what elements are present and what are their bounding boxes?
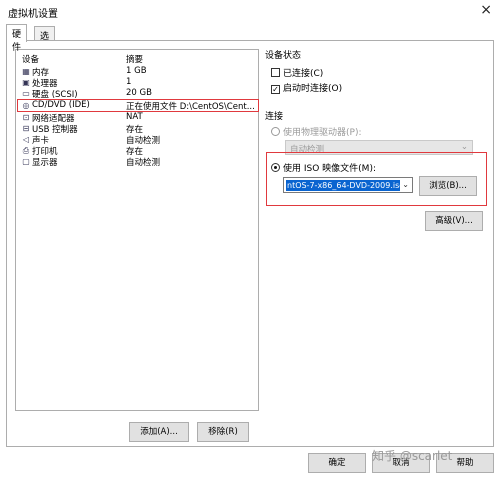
radio-icon	[271, 127, 280, 136]
iso-image-label: 使用 ISO 映像文件(M):	[283, 164, 376, 174]
sound-icon: ◁	[22, 135, 30, 144]
printer-icon: ⎙	[22, 146, 30, 155]
window-title: 虚拟机设置	[8, 9, 58, 20]
tab-options[interactable]: 选项	[34, 26, 56, 55]
device-row-display[interactable]: ▢ 显示器 自动检测	[18, 156, 258, 168]
device-summary: 自动检测	[126, 158, 161, 168]
device-list[interactable]: 设备 摘要 ▦ 内存 1 GB ▣ 处理器 1 ▭ 硬盘 (SCSI) 20 G…	[15, 49, 259, 411]
physical-drive-label: 使用物理驱动器(P):	[283, 128, 362, 138]
device-summary: 20 GB	[126, 88, 152, 98]
device-summary: 1 GB	[126, 66, 147, 76]
device-name: 硬盘 (SCSI)	[32, 90, 78, 100]
remove-device-button[interactable]: 移除(R)	[197, 422, 249, 442]
advanced-button[interactable]: 高级(V)...	[425, 211, 483, 231]
title-bar: 虚拟机设置 ×	[0, 0, 500, 22]
radio-selected-icon	[271, 163, 280, 172]
cpu-icon: ▣	[22, 78, 30, 87]
cd-icon: ◎	[22, 101, 30, 110]
display-icon: ▢	[22, 157, 30, 166]
close-icon[interactable]: ×	[480, 2, 492, 18]
connection-title: 连接	[265, 112, 284, 122]
device-row-memory[interactable]: ▦ 内存 1 GB	[18, 66, 258, 78]
device-row-network[interactable]: ⊡ 网络适配器 NAT	[18, 112, 258, 124]
device-row-harddisk[interactable]: ▭ 硬盘 (SCSI) 20 GB	[18, 88, 258, 100]
column-header-summary[interactable]: 摘要	[126, 53, 143, 65]
device-summary: 正在使用文件 D:\CentOS\Cent...	[126, 102, 255, 112]
harddisk-icon: ▭	[22, 89, 30, 98]
connect-at-power-on-label: 启动时连接(O)	[283, 84, 343, 94]
check-icon: ✓	[271, 85, 280, 94]
column-header-device[interactable]: 设备	[22, 53, 39, 65]
device-row-printer[interactable]: ⎙ 打印机 存在	[18, 145, 258, 157]
memory-icon: ▦	[22, 67, 30, 76]
connected-checkbox[interactable]: 已连接(C)	[271, 66, 323, 79]
network-icon: ⊡	[22, 113, 30, 122]
iso-path-input[interactable]: ntOS-7-x86_64-DVD-2009.iso ⌄	[283, 177, 413, 193]
device-summary: NAT	[126, 112, 143, 122]
checkbox-box	[271, 68, 280, 77]
device-row-cpu[interactable]: ▣ 处理器 1	[18, 77, 258, 89]
physical-drive-radio[interactable]: 使用物理驱动器(P):	[271, 125, 361, 138]
chevron-down-icon: ⌄	[460, 142, 468, 152]
device-summary: 1	[126, 77, 132, 87]
tab-hardware[interactable]: 硬件	[6, 24, 28, 53]
iso-image-radio[interactable]: 使用 ISO 映像文件(M):	[271, 161, 376, 174]
settings-panel: 设备 摘要 ▦ 内存 1 GB ▣ 处理器 1 ▭ 硬盘 (SCSI) 20 G…	[6, 40, 494, 447]
iso-path-value: ntOS-7-x86_64-DVD-2009.iso	[286, 180, 400, 191]
browse-button[interactable]: 浏览(B)...	[419, 176, 477, 196]
device-status-title: 设备状态	[265, 51, 302, 61]
device-row-sound[interactable]: ◁ 声卡 自动检测	[18, 134, 258, 146]
add-device-button[interactable]: 添加(A)...	[129, 422, 189, 442]
connected-label: 已连接(C)	[283, 69, 324, 79]
device-name: CD/DVD (IDE)	[32, 100, 90, 110]
connect-at-power-on-checkbox[interactable]: ✓ 启动时连接(O)	[271, 81, 342, 94]
device-row-usb[interactable]: ⊟ USB 控制器 存在	[18, 123, 258, 135]
usb-icon: ⊟	[22, 124, 30, 133]
device-row-cd-dvd[interactable]: ◎ CD/DVD (IDE) 正在使用文件 D:\CentOS\Cent...	[17, 99, 259, 112]
watermark: 知乎 @scarlet	[372, 449, 453, 463]
chevron-down-icon[interactable]: ⌄	[402, 180, 409, 189]
device-name: 显示器	[32, 158, 58, 168]
ok-button[interactable]: 确定	[308, 453, 366, 473]
